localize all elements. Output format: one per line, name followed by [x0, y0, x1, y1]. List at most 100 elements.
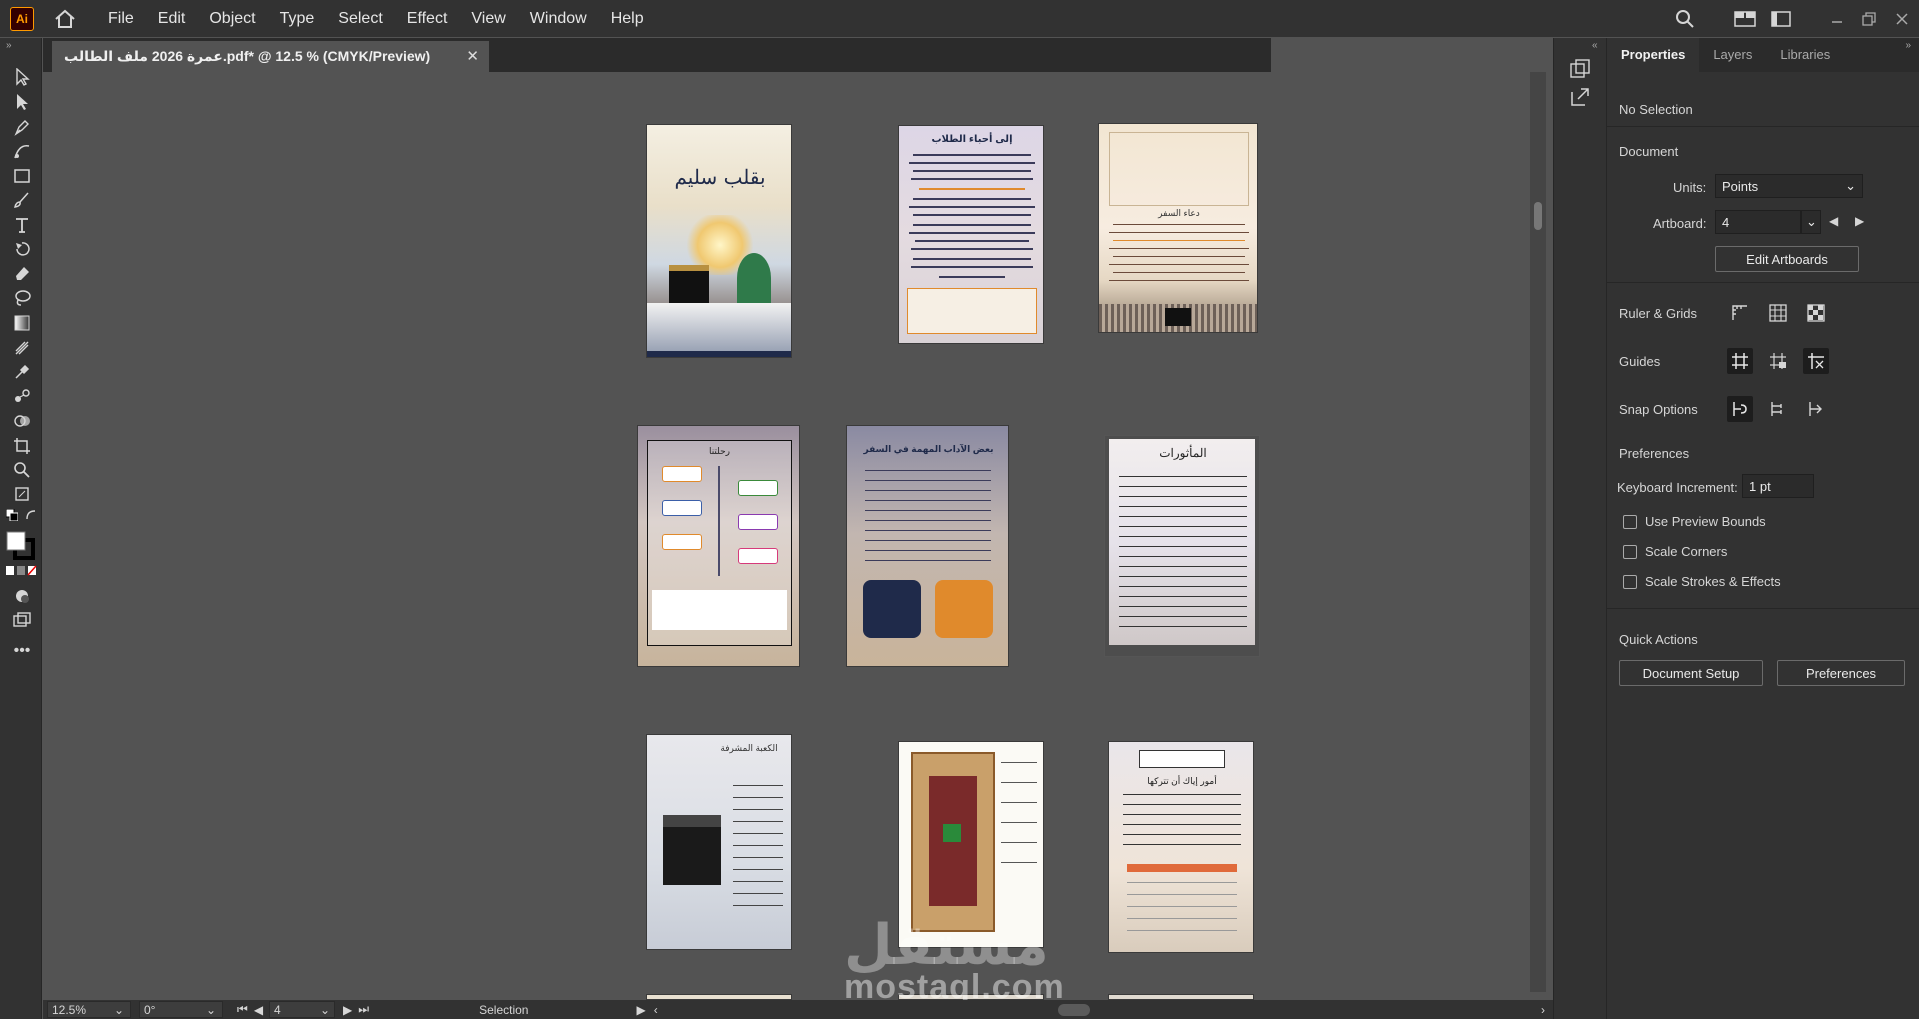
search-icon[interactable]: [1667, 0, 1703, 37]
keyboard-increment-field[interactable]: 1 pt: [1742, 474, 1814, 498]
color-mode-icons[interactable]: [5, 564, 37, 578]
last-artboard-icon[interactable]: ⏭: [358, 1002, 369, 1017]
draw-mode-icon[interactable]: [9, 583, 35, 609]
artboard-dropdown[interactable]: ⌄: [1801, 210, 1821, 234]
tab-properties[interactable]: Properties: [1607, 38, 1700, 72]
lock-guides-icon[interactable]: [1765, 348, 1791, 374]
mesh-tool-icon[interactable]: [9, 335, 35, 361]
restore-icon[interactable]: [1853, 0, 1885, 37]
table-header: [1127, 864, 1237, 872]
edit-toolbar-icon[interactable]: •••: [9, 638, 35, 664]
export-panel-icon[interactable]: [1567, 84, 1593, 110]
artboard-7[interactable]: الكعبة المشرفة: [646, 734, 792, 950]
menu-object[interactable]: Object: [197, 0, 267, 37]
workspace-switcher-icon[interactable]: [1763, 0, 1799, 37]
eyedropper-tool-icon[interactable]: [9, 359, 35, 385]
collapse-panels-icon[interactable]: «: [1592, 40, 1598, 51]
default-colors-icon[interactable]: [5, 508, 19, 522]
rotation-field[interactable]: 0° ⌄: [139, 1001, 223, 1018]
artboard-number-field[interactable]: 4: [1715, 210, 1801, 234]
artboard-5[interactable]: بعض الآداب المهمة في السفر: [846, 425, 1009, 667]
smart-guides-icon[interactable]: [1803, 348, 1829, 374]
previous-artboard-arrow-icon[interactable]: ◀: [1829, 214, 1838, 228]
document-setup-button[interactable]: Document Setup: [1619, 660, 1763, 686]
scrollbar-thumb[interactable]: [1534, 202, 1542, 230]
preferences-button[interactable]: Preferences: [1777, 660, 1905, 686]
artboard-navigation-field[interactable]: 4 ⌄: [269, 1001, 336, 1018]
show-guides-icon[interactable]: [1727, 348, 1753, 374]
status-menu-icon[interactable]: ▶: [636, 1003, 645, 1017]
minimize-icon[interactable]: [1821, 0, 1853, 37]
menubar-right: [1667, 0, 1919, 37]
close-tab-icon[interactable]: ✕: [466, 47, 479, 65]
next-artboard-arrow-icon[interactable]: ▶: [1855, 214, 1864, 228]
toolbar-collapse-icon[interactable]: »: [6, 40, 12, 51]
canvas[interactable]: بقلب سليم إلى أحباء الطلاب دعاء السفر رح…: [43, 72, 1563, 1000]
menu-items: File Edit Object Type Select Effect View…: [96, 0, 656, 37]
artboard-tool-icon[interactable]: [9, 433, 35, 459]
first-artboard-icon[interactable]: ⏮: [237, 1002, 248, 1017]
arrange-documents-icon[interactable]: [1727, 0, 1763, 37]
artboard-9[interactable]: أمور إياك أن تتركها: [1108, 741, 1254, 953]
close-icon[interactable]: [1885, 0, 1919, 37]
artboard-4[interactable]: رحلتنا: [637, 425, 800, 667]
tab-layers[interactable]: Layers: [1699, 38, 1766, 72]
paintbrush-tool-icon[interactable]: [9, 187, 35, 213]
units-dropdown[interactable]: Points ⌄: [1715, 174, 1863, 198]
direct-selection-tool-icon[interactable]: [9, 89, 35, 115]
collapse-properties-icon[interactable]: »: [1905, 40, 1911, 51]
artboard-1[interactable]: بقلب سليم: [646, 124, 792, 358]
menu-select[interactable]: Select: [326, 0, 394, 37]
snap-to-pixel-icon[interactable]: [1765, 396, 1791, 422]
use-preview-bounds-checkbox[interactable]: Use Preview Bounds: [1623, 514, 1766, 529]
use-preview-bounds-label: Use Preview Bounds: [1645, 514, 1766, 529]
artboards-panel-icon[interactable]: [1567, 56, 1593, 82]
free-transform-tool-icon[interactable]: [9, 481, 35, 507]
ruler-icon[interactable]: [1727, 300, 1753, 326]
menu-edit[interactable]: Edit: [146, 0, 198, 37]
menu-type[interactable]: Type: [268, 0, 327, 37]
menu-window[interactable]: Window: [518, 0, 599, 37]
shape-builder-tool-icon[interactable]: [9, 408, 35, 434]
zoom-field[interactable]: 12.5% ⌄: [47, 1001, 131, 1018]
scale-strokes-checkbox[interactable]: Scale Strokes & Effects: [1623, 574, 1781, 589]
scroll-right-icon[interactable]: ›: [1541, 1003, 1545, 1017]
gradient-tool-icon[interactable]: [9, 310, 35, 336]
rotate-tool-icon[interactable]: [9, 236, 35, 262]
home-icon[interactable]: [52, 6, 78, 32]
menu-effect[interactable]: Effect: [395, 0, 460, 37]
swap-colors-icon[interactable]: [24, 508, 38, 522]
keyboard-increment-label: Keyboard Increment:: [1617, 480, 1738, 495]
edit-artboards-button[interactable]: Edit Artboards: [1715, 246, 1859, 272]
rectangle-tool-icon[interactable]: [9, 163, 35, 189]
selection-tool-icon[interactable]: [9, 64, 35, 90]
fill-stroke-swatch[interactable]: [5, 530, 37, 562]
menu-file[interactable]: File: [96, 0, 146, 37]
type-tool-icon[interactable]: [9, 212, 35, 238]
horizontal-scrollbar-thumb[interactable]: [1057, 1003, 1090, 1016]
curvature-tool-icon[interactable]: [9, 138, 35, 164]
vertical-scrollbar[interactable]: [1530, 72, 1546, 992]
eraser-tool-icon[interactable]: [9, 260, 35, 286]
artboard-2[interactable]: إلى أحباء الطلاب: [898, 125, 1044, 344]
zoom-tool-icon[interactable]: [9, 457, 35, 483]
next-artboard-icon[interactable]: ▶: [343, 1003, 352, 1017]
scroll-left-icon[interactable]: ‹: [654, 1003, 658, 1017]
document-tab[interactable]: عمرة 2026 ملف الطالب.pdf* @ 12.5 % (CMYK…: [52, 41, 489, 72]
lasso-tool-icon[interactable]: [9, 285, 35, 311]
previous-artboard-icon[interactable]: ◀: [254, 1003, 263, 1017]
snap-to-point-icon[interactable]: [1727, 396, 1753, 422]
artboard-6[interactable]: المأثورات: [1104, 435, 1260, 657]
tab-libraries[interactable]: Libraries: [1766, 38, 1844, 72]
pen-tool-icon[interactable]: [9, 114, 35, 140]
snap-to-grid-icon[interactable]: [1803, 396, 1829, 422]
blend-tool-icon[interactable]: [9, 383, 35, 409]
screen-mode-icon[interactable]: [9, 607, 35, 633]
scale-corners-checkbox[interactable]: Scale Corners: [1623, 544, 1727, 559]
artboard-3[interactable]: دعاء السفر: [1098, 123, 1258, 333]
menu-help[interactable]: Help: [599, 0, 656, 37]
grid-icon[interactable]: [1765, 300, 1791, 326]
menu-view[interactable]: View: [459, 0, 517, 37]
chevron-down-icon: ⌄: [113, 1002, 124, 1017]
transparency-grid-icon[interactable]: [1803, 300, 1829, 326]
